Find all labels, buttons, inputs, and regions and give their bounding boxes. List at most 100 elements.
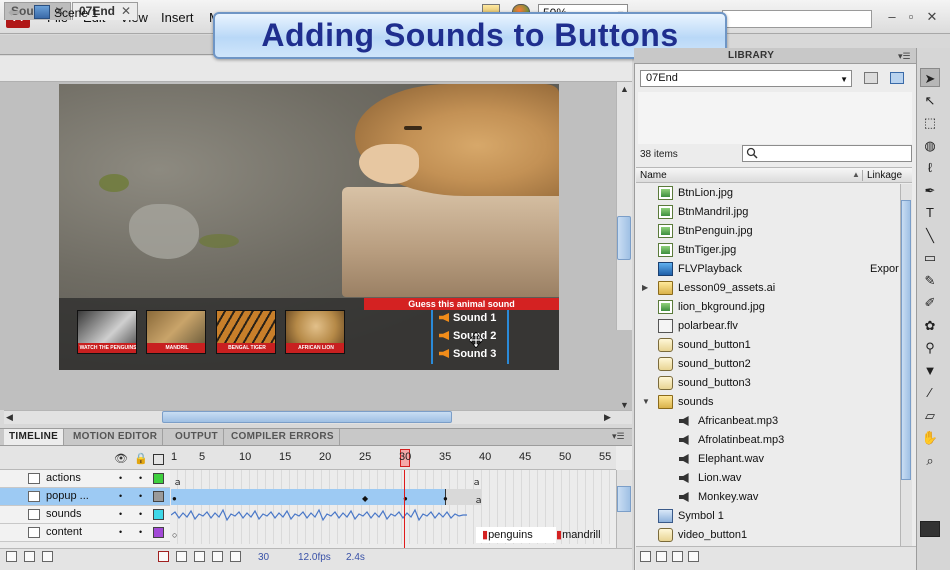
stage-vertical-scroll-thumb[interactable] bbox=[617, 216, 631, 260]
tab-output[interactable]: OUTPUT bbox=[170, 429, 224, 445]
delete-item-icon[interactable] bbox=[688, 551, 699, 562]
new-library-panel-icon[interactable] bbox=[890, 72, 904, 84]
sound-2-button[interactable]: Sound 2 bbox=[439, 330, 496, 342]
subselect-tool[interactable]: ↖ bbox=[920, 91, 940, 110]
lock-dot[interactable]: • bbox=[139, 527, 142, 537]
maximize-button[interactable]: ▫ bbox=[903, 9, 919, 24]
back-arrow-icon[interactable]: ⬅ bbox=[8, 4, 20, 21]
bone-tool[interactable]: ⚲ bbox=[920, 338, 940, 357]
new-symbol-icon[interactable] bbox=[640, 551, 651, 562]
stroke-color-swatch[interactable] bbox=[920, 521, 940, 537]
edit-multiple-frames-icon[interactable] bbox=[212, 551, 223, 562]
pin-library-icon[interactable] bbox=[864, 72, 878, 84]
mandrill-thumbnail-button[interactable]: MANDRIL bbox=[146, 310, 206, 354]
timeline-vertical-scroll-thumb[interactable] bbox=[617, 486, 631, 512]
close-window-button[interactable]: ✕ bbox=[924, 9, 940, 25]
library-item[interactable]: BtnMandril.jpg bbox=[636, 203, 900, 222]
penguin-thumbnail-button[interactable]: WATCH THE PENGUINS bbox=[77, 310, 137, 354]
rectangle-tool[interactable]: ▭ bbox=[920, 248, 940, 267]
minimize-button[interactable]: – bbox=[884, 9, 900, 24]
layer-name[interactable]: content bbox=[46, 526, 82, 538]
lock-icon[interactable]: 🔒 bbox=[134, 452, 148, 465]
library-item[interactable]: BtnLion.jpg bbox=[636, 184, 900, 203]
pen-tool[interactable]: ✒ bbox=[920, 181, 940, 200]
center-frame-icon[interactable] bbox=[158, 551, 169, 562]
tab-motion-editor[interactable]: MOTION EDITOR bbox=[68, 429, 164, 445]
library-item[interactable]: sound_button1 bbox=[636, 336, 900, 355]
elapsed-time-readout[interactable]: 2.4s bbox=[346, 552, 365, 563]
stage-vertical-scrollbar[interactable] bbox=[616, 82, 632, 330]
library-item[interactable]: lion_bkground.jpg bbox=[636, 298, 900, 317]
stage[interactable]: WATCH THE PENGUINS MANDRIL BENGAL TIGER … bbox=[59, 84, 559, 370]
eye-icon[interactable]: 👁 bbox=[114, 452, 128, 465]
library-item[interactable]: Symbol 1 bbox=[636, 507, 900, 526]
layer-row-sounds[interactable] bbox=[0, 506, 170, 524]
library-item[interactable]: sound_button2 bbox=[636, 355, 900, 374]
lock-dot[interactable]: • bbox=[139, 491, 142, 501]
3d-rotation-tool[interactable]: ◍ bbox=[920, 136, 940, 155]
layer-outline-color[interactable] bbox=[153, 491, 164, 502]
layer-name[interactable]: popup ... bbox=[46, 490, 89, 502]
modify-onion-markers-icon[interactable] bbox=[230, 551, 241, 562]
stage-horizontal-scroll-thumb[interactable] bbox=[162, 411, 452, 423]
layer-row-content[interactable] bbox=[0, 524, 170, 542]
sort-ascending-icon[interactable]: ▲ bbox=[852, 170, 860, 179]
eyedropper-tool[interactable]: ⁄ bbox=[920, 383, 940, 402]
pencil-tool[interactable]: ✎ bbox=[920, 271, 940, 290]
current-frame-readout[interactable]: 30 bbox=[258, 552, 269, 563]
menu-insert[interactable]: Insert bbox=[161, 10, 194, 25]
scene-label[interactable]: Scene 1 bbox=[54, 6, 98, 20]
keyframe-marker[interactable]: ○ bbox=[172, 530, 177, 540]
visibility-dot[interactable]: • bbox=[119, 491, 122, 501]
library-item[interactable]: sound_button3 bbox=[636, 374, 900, 393]
keyframe-marker[interactable]: ａ bbox=[173, 475, 182, 488]
library-search-input[interactable] bbox=[742, 145, 912, 162]
lock-dot[interactable]: • bbox=[139, 473, 142, 483]
library-item[interactable]: BtnPenguin.jpg bbox=[636, 222, 900, 241]
tiger-thumbnail-button[interactable]: BENGAL TIGER bbox=[216, 310, 276, 354]
library-vertical-scroll-thumb[interactable] bbox=[901, 200, 911, 480]
onion-outline-icon[interactable] bbox=[194, 551, 205, 562]
keyframe-dot[interactable]: ● bbox=[172, 494, 177, 503]
library-item[interactable]: FLVPlayback Expor bbox=[636, 260, 900, 279]
keyframe-marker[interactable]: ａ bbox=[474, 493, 483, 506]
hand-tool[interactable]: ✋ bbox=[920, 428, 940, 447]
layer-name[interactable]: actions bbox=[46, 472, 81, 484]
delete-layer-icon[interactable] bbox=[42, 551, 53, 562]
layer-outline-color[interactable] bbox=[153, 473, 164, 484]
keyframe-dot[interactable]: ● bbox=[443, 494, 448, 503]
tab-library[interactable]: LIBRARY bbox=[728, 50, 774, 61]
new-layer-icon[interactable] bbox=[6, 551, 17, 562]
lasso-tool[interactable]: ℓ bbox=[920, 158, 940, 177]
text-tool[interactable]: T bbox=[920, 203, 940, 222]
arrow-tool[interactable]: ➤ bbox=[920, 68, 940, 87]
sound-1-button[interactable]: Sound 1 bbox=[439, 312, 496, 324]
library-item[interactable]: Africanbeat.mp3 bbox=[636, 412, 900, 431]
library-item[interactable]: ▶ Lesson09_assets.ai bbox=[636, 279, 900, 298]
library-item[interactable]: Monkey.wav bbox=[636, 488, 900, 507]
library-item[interactable]: ▼ sounds bbox=[636, 393, 900, 412]
sound-3-button[interactable]: Sound 3 bbox=[439, 348, 496, 360]
column-name[interactable]: Name bbox=[640, 170, 667, 181]
library-item[interactable]: Elephant.wav bbox=[636, 450, 900, 469]
scroll-down-icon[interactable]: ▼ bbox=[620, 400, 629, 410]
column-linkage[interactable]: Linkage bbox=[862, 170, 902, 181]
scroll-up-icon[interactable]: ▲ bbox=[620, 84, 629, 94]
expand-icon[interactable]: ▶ bbox=[642, 283, 648, 292]
lock-dot[interactable]: • bbox=[139, 509, 142, 519]
layer-name[interactable]: sounds bbox=[46, 508, 81, 520]
library-item[interactable]: polarbear.flv bbox=[636, 317, 900, 336]
free-transform-tool[interactable]: ⬚ bbox=[920, 113, 940, 132]
line-tool[interactable]: ╲ bbox=[920, 226, 940, 245]
library-menu-icon[interactable]: ▾☰ bbox=[898, 51, 911, 62]
zoom-tool[interactable]: ⌕ bbox=[920, 451, 940, 470]
keyframe-marker[interactable]: ａ bbox=[472, 475, 481, 488]
frame-label-penguins[interactable]: ▮penguins bbox=[482, 528, 533, 541]
frame-label-mandrill[interactable]: ▮mandrill bbox=[556, 528, 601, 541]
library-item[interactable]: BtnTiger.jpg bbox=[636, 241, 900, 260]
library-item[interactable]: Afrolatinbeat.mp3 bbox=[636, 431, 900, 450]
collapse-icon[interactable]: ▼ bbox=[642, 397, 650, 406]
deco-tool[interactable]: ✿ bbox=[920, 316, 940, 335]
close-icon[interactable]: ✕ bbox=[121, 4, 131, 18]
visibility-dot[interactable]: • bbox=[119, 473, 122, 483]
